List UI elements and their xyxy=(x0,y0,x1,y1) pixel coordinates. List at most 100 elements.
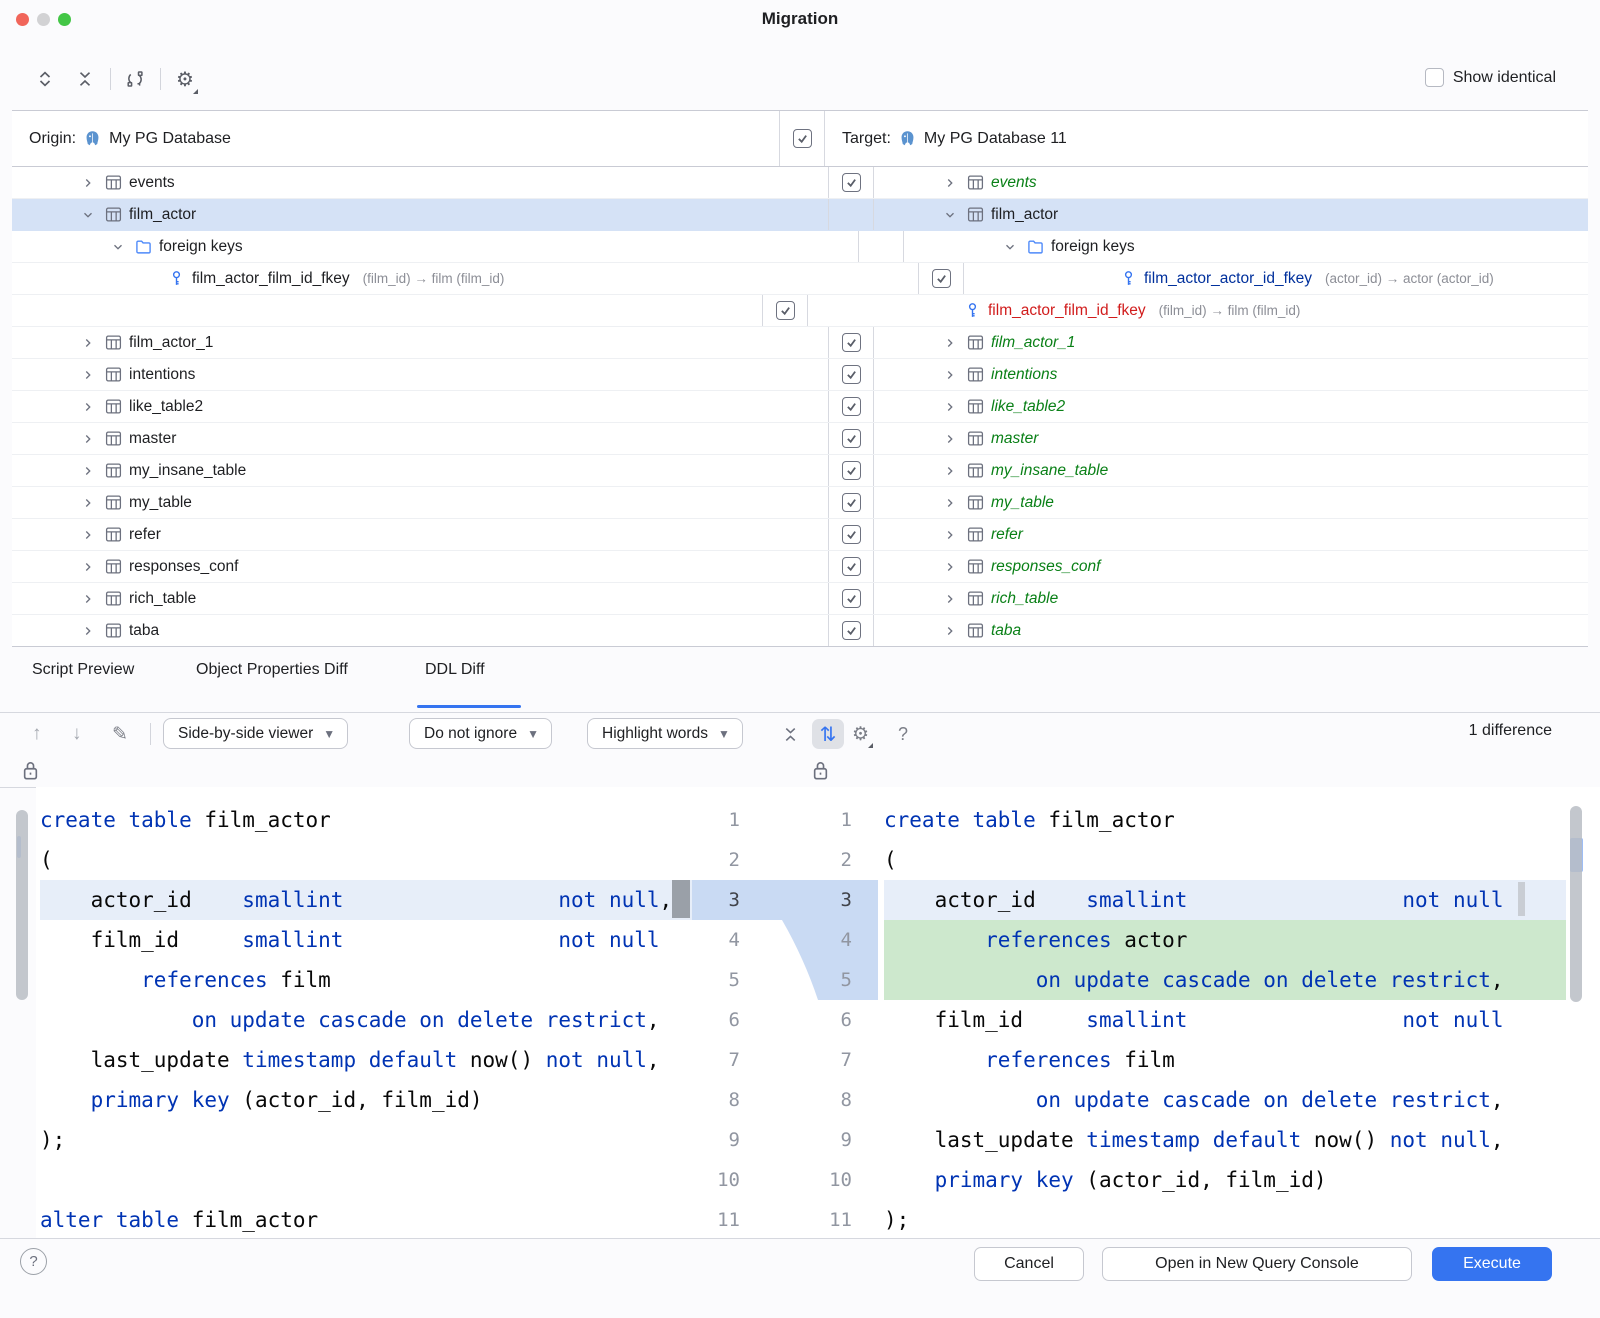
open-in-new-query-console-button[interactable]: Open in New Query Console xyxy=(1102,1247,1412,1281)
origin-tree-cell[interactable]: refer xyxy=(12,519,828,550)
row-checkbox[interactable] xyxy=(842,525,861,544)
origin-tree-cell[interactable]: master xyxy=(12,423,828,454)
chevron-collapsed-icon[interactable] xyxy=(940,528,960,542)
chevron-expanded-icon[interactable] xyxy=(108,240,128,254)
right-code-line[interactable]: ); xyxy=(884,1200,1566,1238)
left-code-line[interactable]: ( xyxy=(40,840,692,880)
origin-tree-cell[interactable]: foreign keys xyxy=(12,231,858,262)
tree-row[interactable]: my_insane_tablemy_insane_table xyxy=(12,455,1588,487)
row-checkbox[interactable] xyxy=(842,493,861,512)
row-checkbox[interactable] xyxy=(842,173,861,192)
target-tree-cell[interactable]: events xyxy=(874,167,1588,198)
chevron-expanded-icon[interactable] xyxy=(1000,240,1020,254)
chevron-collapsed-icon[interactable] xyxy=(940,496,960,510)
next-difference-icon[interactable]: ↓ xyxy=(72,719,82,749)
diff-settings-gear-icon[interactable]: ⚙ xyxy=(852,719,869,749)
target-tree-cell[interactable]: master xyxy=(874,423,1588,454)
tab-script-preview[interactable]: Script Preview xyxy=(32,661,134,679)
row-checkbox[interactable] xyxy=(842,429,861,448)
row-checkbox-cell[interactable] xyxy=(828,551,874,582)
row-checkbox-cell[interactable] xyxy=(762,295,808,326)
target-tree-cell[interactable]: film_actor_actor_id_fkey(actor_id) → act… xyxy=(964,263,1588,294)
tree-row[interactable]: film_actor film_actor xyxy=(12,199,1588,231)
chevron-collapsed-icon[interactable] xyxy=(78,400,98,414)
origin-tree-cell[interactable]: film_actor xyxy=(12,199,828,230)
tree-row[interactable]: responses_confresponses_conf xyxy=(12,551,1588,583)
right-code-line[interactable]: ( xyxy=(884,840,1566,880)
row-checkbox[interactable] xyxy=(842,461,861,480)
row-checkbox[interactable] xyxy=(842,397,861,416)
chevron-collapsed-icon[interactable] xyxy=(940,432,960,446)
origin-tree-cell[interactable]: rich_table xyxy=(12,583,828,614)
origin-tree-cell[interactable]: film_actor_1 xyxy=(12,327,828,358)
origin-tree-cell[interactable]: like_table2 xyxy=(12,391,828,422)
right-code-line[interactable]: last_update timestamp default now() not … xyxy=(884,1120,1566,1160)
tree-row[interactable]: film_actor_film_id_fkey(film_id) → film … xyxy=(12,295,1588,327)
row-checkbox-cell[interactable] xyxy=(828,391,874,422)
tree-row[interactable]: my_tablemy_table xyxy=(12,487,1588,519)
target-tree-cell[interactable]: film_actor_film_id_fkey(film_id) → film … xyxy=(808,295,1588,326)
right-code-line[interactable]: references actor xyxy=(884,920,1566,960)
left-code-line[interactable]: ); xyxy=(40,1120,692,1160)
left-code-line[interactable]: actor_id smallint not null, xyxy=(40,880,692,920)
chevron-collapsed-icon[interactable] xyxy=(78,336,98,350)
refresh-comparison-icon[interactable] xyxy=(120,64,150,94)
row-checkbox-cell[interactable] xyxy=(828,327,874,358)
right-scrollbar-thumb[interactable] xyxy=(1570,806,1582,1002)
chevron-collapsed-icon[interactable] xyxy=(78,432,98,446)
row-checkbox-cell[interactable] xyxy=(828,519,874,550)
tab-ddl-diff[interactable]: DDL Diff xyxy=(425,661,485,679)
edit-pencil-icon[interactable]: ✎ xyxy=(112,719,128,749)
row-checkbox-cell[interactable] xyxy=(828,167,874,198)
chevron-collapsed-icon[interactable] xyxy=(940,624,960,638)
tree-row[interactable]: events events xyxy=(12,167,1588,199)
target-tree-cell[interactable]: foreign keys xyxy=(904,231,1588,262)
tree-row[interactable]: intentionsintentions xyxy=(12,359,1588,391)
chevron-collapsed-icon[interactable] xyxy=(940,464,960,478)
chevron-collapsed-icon[interactable] xyxy=(78,368,98,382)
tree-row[interactable]: master master xyxy=(12,423,1588,455)
target-tree-cell[interactable]: film_actor xyxy=(874,199,1588,230)
tree-row[interactable]: foreign keys foreign keys xyxy=(12,231,1588,263)
settings-gear-icon[interactable]: ⚙ xyxy=(170,64,200,94)
chevron-collapsed-icon[interactable] xyxy=(940,560,960,574)
row-checkbox[interactable] xyxy=(842,557,861,576)
target-tree-cell[interactable]: responses_conf xyxy=(874,551,1588,582)
tree-row[interactable]: like_table2 like_table2 xyxy=(12,391,1588,423)
chevron-collapsed-icon[interactable] xyxy=(78,624,98,638)
help-button[interactable]: ? xyxy=(20,1248,47,1275)
collapse-unchanged-icon[interactable] xyxy=(782,719,799,749)
right-code-line[interactable]: references film xyxy=(884,1040,1566,1080)
right-code-line[interactable]: create table film_actor xyxy=(884,800,1566,840)
target-tree-cell[interactable]: taba xyxy=(874,615,1588,646)
target-tree-cell[interactable]: like_table2 xyxy=(874,391,1588,422)
tree-row[interactable]: rich_table rich_table xyxy=(12,583,1588,615)
left-scrollbar-thumb[interactable] xyxy=(16,810,28,1000)
tab-object-properties-diff[interactable]: Object Properties Diff xyxy=(196,661,348,679)
row-checkbox[interactable] xyxy=(842,589,861,608)
right-code-line[interactable]: actor_id smallint not null xyxy=(884,880,1566,920)
row-checkbox-cell[interactable] xyxy=(918,263,964,294)
chevron-collapsed-icon[interactable] xyxy=(78,528,98,542)
previous-difference-icon[interactable]: ↑ xyxy=(32,719,42,749)
chevron-collapsed-icon[interactable] xyxy=(78,496,98,510)
row-checkbox[interactable] xyxy=(842,365,861,384)
execute-button[interactable]: Execute xyxy=(1432,1247,1552,1281)
row-checkbox[interactable] xyxy=(776,301,795,320)
left-code-line[interactable]: primary key (actor_id, film_id) xyxy=(40,1080,692,1120)
target-tree-cell[interactable]: rich_table xyxy=(874,583,1588,614)
chevron-collapsed-icon[interactable] xyxy=(940,592,960,606)
origin-tree-cell[interactable]: intentions xyxy=(12,359,828,390)
row-checkbox-cell[interactable] xyxy=(828,583,874,614)
diff-help-icon[interactable]: ? xyxy=(898,719,908,749)
row-checkbox[interactable] xyxy=(842,333,861,352)
left-code-editor[interactable]: create table film_actor( actor_id smalli… xyxy=(36,787,692,1238)
right-code-line[interactable]: primary key (actor_id, film_id) xyxy=(884,1160,1566,1200)
row-checkbox[interactable] xyxy=(932,269,951,288)
chevron-collapsed-icon[interactable] xyxy=(940,176,960,190)
origin-tree-cell[interactable]: film_actor_film_id_fkey(film_id) → film … xyxy=(12,263,918,294)
row-checkbox-cell[interactable] xyxy=(828,615,874,646)
chevron-collapsed-icon[interactable] xyxy=(940,400,960,414)
origin-tree-cell[interactable]: events xyxy=(12,167,828,198)
left-code-line[interactable]: references film xyxy=(40,960,692,1000)
